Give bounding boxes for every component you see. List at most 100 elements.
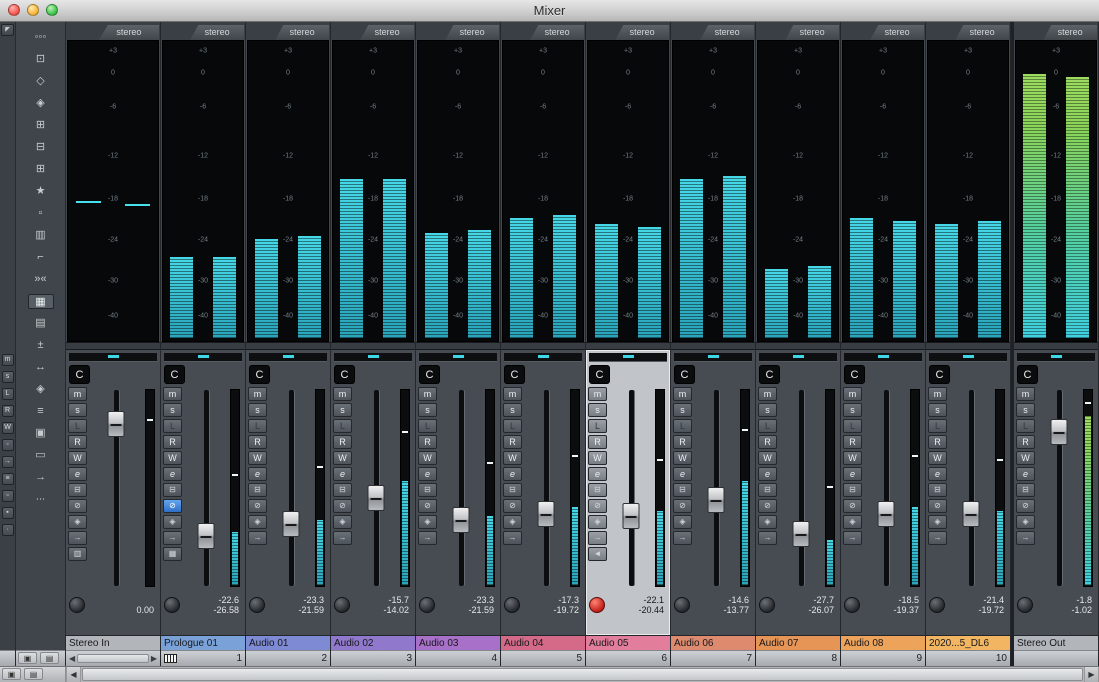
write-button[interactable]: W (758, 451, 777, 465)
pan-slider[interactable] (249, 353, 327, 362)
record-knob[interactable] (759, 597, 775, 613)
record-knob[interactable] (419, 597, 435, 613)
read-button[interactable]: R (588, 435, 607, 449)
channel-tab[interactable]: stereo (360, 25, 414, 40)
io-button[interactable]: ⊟ (418, 483, 437, 497)
eq-state-button[interactable]: ◈ (1016, 515, 1035, 529)
fader-track[interactable] (289, 390, 294, 586)
write-button[interactable]: W (68, 451, 87, 465)
fader-db-value[interactable]: -1.02 (1035, 605, 1092, 615)
section-divider[interactable] (416, 342, 500, 350)
inserts-state-button[interactable]: ⊘ (928, 499, 947, 513)
io-button[interactable]: ⊟ (248, 483, 267, 497)
level-readout[interactable]: -15.7 -14.02 (352, 595, 412, 615)
fader-handle[interactable] (368, 485, 385, 511)
copy-settings-icon[interactable]: ▣ (28, 426, 54, 441)
level-readout[interactable]: -23.3 -21.59 (267, 595, 327, 615)
level-readout[interactable]: -22.1 -20.44 (607, 595, 667, 615)
pan-slider[interactable] (334, 353, 412, 362)
channel-name-label[interactable]: 2020...5_DL6 (926, 635, 1010, 650)
forward-icon[interactable]: → (28, 470, 54, 485)
record-knob[interactable] (504, 597, 520, 613)
read-button[interactable]: R (163, 435, 182, 449)
solo-button[interactable]: s (928, 403, 947, 417)
pan-slider[interactable] (589, 353, 667, 362)
calc-icon[interactable]: ± (28, 338, 54, 353)
channel-name-label[interactable]: Audio 08 (841, 635, 925, 650)
level-readout[interactable]: -27.7 -26.07 (777, 595, 837, 615)
fader-handle[interactable] (108, 411, 125, 437)
folder-icon[interactable]: ▭ (28, 448, 54, 463)
fader-handle[interactable] (793, 521, 810, 547)
fader-track[interactable] (799, 390, 804, 586)
sends-state-button[interactable]: → (843, 531, 862, 545)
collapse-panels-icon[interactable]: »« (28, 272, 54, 287)
solo-button[interactable]: s (843, 403, 862, 417)
fader-db-value[interactable]: -21.59 (437, 605, 494, 615)
listen-button[interactable]: L (68, 419, 87, 433)
notepad-icon[interactable]: ▫ (28, 206, 54, 221)
misc-button[interactable]: ∙ (2, 524, 14, 536)
write-button[interactable]: W (418, 451, 437, 465)
width-toggle-icon[interactable]: ↔ (28, 360, 54, 375)
channel-name-label[interactable]: Audio 03 (416, 635, 500, 650)
output-routing-icon[interactable]: ◦◦◦ (28, 30, 54, 45)
pan-slider[interactable] (419, 353, 497, 362)
listen-button[interactable]: L (928, 419, 947, 433)
channel-list-button[interactable]: ≡ (2, 473, 14, 485)
write-button[interactable]: W (163, 451, 182, 465)
fader-db-value[interactable]: -19.37 (862, 605, 919, 615)
fader-handle[interactable] (708, 487, 725, 513)
store-view-button[interactable]: ▣ (18, 652, 37, 664)
eq-state-button[interactable]: ◈ (758, 515, 777, 529)
read-button[interactable]: R (503, 435, 522, 449)
section-divider[interactable] (586, 342, 670, 350)
global-mute-button[interactable]: m (2, 354, 14, 366)
channel-name-label[interactable]: Audio 02 (331, 635, 415, 650)
solo-button[interactable]: s (418, 403, 437, 417)
pan-grid-icon[interactable]: ◈ (28, 96, 54, 111)
mute-button[interactable]: m (928, 387, 947, 401)
fader-db-value[interactable]: -19.72 (947, 605, 1004, 615)
record-knob[interactable] (929, 597, 945, 613)
sends-state-button[interactable]: → (588, 531, 607, 545)
solo-button[interactable]: s (163, 403, 182, 417)
edit-button[interactable]: e (418, 467, 437, 481)
mini-scroll-right-icon[interactable]: ▶ (151, 654, 157, 663)
eq-state-button[interactable]: ◈ (843, 515, 862, 529)
channel-tab[interactable]: stereo (955, 25, 1009, 40)
listen-button[interactable]: L (333, 419, 352, 433)
channel-tab[interactable]: stereo (1043, 25, 1097, 40)
io-button[interactable]: ⊟ (163, 483, 182, 497)
inserts-state-button[interactable]: ⊘ (163, 499, 182, 513)
fader-track[interactable] (629, 390, 634, 586)
rack-5-8-icon[interactable]: ⊞ (28, 162, 54, 177)
channel-name-label[interactable]: Audio 04 (501, 635, 585, 650)
fader-handle[interactable] (878, 501, 895, 527)
section-divider[interactable] (926, 342, 1010, 350)
fader-track[interactable] (884, 390, 889, 586)
pan-value[interactable]: C (1017, 365, 1038, 384)
wide-view-button[interactable]: ▪ (2, 507, 14, 519)
read-button[interactable]: R (843, 435, 862, 449)
inserts-state-button[interactable]: ⊘ (248, 499, 267, 513)
write-button[interactable]: W (333, 451, 352, 465)
listen-button[interactable]: L (503, 419, 522, 433)
meter-mode-button[interactable]: ▥ (68, 547, 87, 561)
level-readout[interactable]: -18.5 -19.37 (862, 595, 922, 615)
edit-button[interactable]: e (503, 467, 522, 481)
sends-state-button[interactable]: → (68, 531, 87, 545)
global-listen-button[interactable]: L (2, 388, 14, 400)
sends-state-button[interactable]: → (673, 531, 692, 545)
recall-view-button[interactable]: ▤ (40, 652, 59, 664)
channel-name-label[interactable]: Prologue 01 (161, 635, 245, 650)
sends-state-button[interactable]: → (163, 531, 182, 545)
edit-button[interactable]: e (248, 467, 267, 481)
io-button[interactable]: ⊟ (333, 483, 352, 497)
listen-button[interactable]: L (1016, 419, 1035, 433)
solo-button[interactable]: s (503, 403, 522, 417)
pan-slider[interactable] (1017, 353, 1095, 362)
channel-tab[interactable]: stereo (785, 25, 839, 40)
level-readout[interactable]: -23.3 -21.59 (437, 595, 497, 615)
mute-button[interactable]: m (1016, 387, 1035, 401)
